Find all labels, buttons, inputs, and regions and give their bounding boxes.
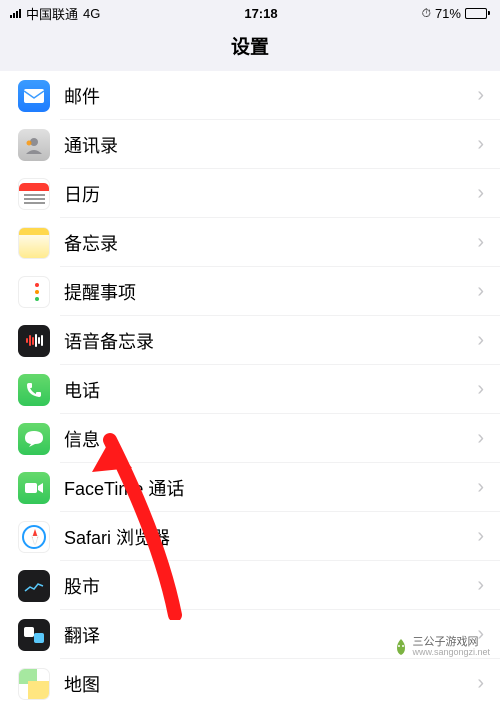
translate-icon (18, 619, 50, 651)
row-label: 日历 (64, 181, 477, 207)
chevron-right-icon: › (477, 280, 500, 303)
battery-icon (465, 8, 490, 19)
row-contacts[interactable]: 通讯录 › (0, 120, 500, 169)
network-label: 4G (83, 6, 100, 21)
row-stocks[interactable]: 股市 › (0, 561, 500, 610)
chevron-right-icon: › (477, 574, 500, 597)
row-label: 提醒事项 (64, 279, 477, 305)
reminders-icon (18, 276, 50, 308)
row-label: 信息 (64, 426, 477, 452)
notes-icon (18, 227, 50, 259)
row-mail[interactable]: 邮件 › (0, 71, 500, 120)
chevron-right-icon: › (477, 84, 500, 107)
status-bar: 中国联通 4G 17:18 ⏱ 71% (0, 0, 500, 26)
watermark-url: www.sangongzi.net (412, 648, 490, 658)
chevron-right-icon: › (477, 476, 500, 499)
alarm-icon: ⏱ (422, 6, 431, 21)
row-notes[interactable]: 备忘录 › (0, 218, 500, 267)
row-calendar[interactable]: 日历 › (0, 169, 500, 218)
row-label: 地图 (64, 671, 477, 697)
facetime-icon (18, 472, 50, 504)
battery-pct: 71% (435, 6, 461, 21)
page-title: 设置 (0, 26, 500, 71)
row-messages[interactable]: 信息 › (0, 414, 500, 463)
chevron-right-icon: › (477, 427, 500, 450)
calendar-icon (18, 178, 50, 210)
row-label: 电话 (64, 377, 477, 403)
status-right: ⏱ 71% (422, 6, 490, 21)
safari-icon (18, 521, 50, 553)
chevron-right-icon: › (477, 329, 500, 352)
status-left: 中国联通 4G (10, 4, 100, 23)
chevron-right-icon: › (477, 231, 500, 254)
row-voicememo[interactable]: 语音备忘录 › (0, 316, 500, 365)
row-maps[interactable]: 地图 › (0, 659, 500, 708)
chevron-right-icon: › (477, 133, 500, 156)
carrier-label: 中国联通 (26, 4, 78, 23)
row-label: 股市 (64, 573, 477, 599)
row-label: Safari 浏览器 (64, 524, 477, 550)
row-safari[interactable]: Safari 浏览器 › (0, 512, 500, 561)
signal-icon (10, 8, 21, 18)
row-label: 通讯录 (64, 132, 477, 158)
row-label: FaceTime 通话 (64, 475, 477, 501)
row-label: 备忘录 (64, 230, 477, 256)
watermark-icon (394, 639, 408, 655)
contacts-icon (18, 129, 50, 161)
chevron-right-icon: › (477, 378, 500, 401)
chevron-right-icon: › (477, 525, 500, 548)
watermark: 三公子游戏网 www.sangongzi.net (394, 636, 490, 658)
chevron-right-icon: › (477, 672, 500, 695)
settings-list: 邮件 › 通讯录 › 日历 › 备忘录 › 提醒事项 › 语音备忘录 › (0, 71, 500, 708)
messages-icon (18, 423, 50, 455)
row-facetime[interactable]: FaceTime 通话 › (0, 463, 500, 512)
status-time: 17:18 (244, 6, 277, 21)
row-reminders[interactable]: 提醒事项 › (0, 267, 500, 316)
phone-icon (18, 374, 50, 406)
row-label: 语音备忘录 (64, 328, 477, 354)
row-label: 邮件 (64, 83, 477, 109)
stocks-icon (18, 570, 50, 602)
maps-icon (18, 668, 50, 700)
voicememo-icon (18, 325, 50, 357)
chevron-right-icon: › (477, 182, 500, 205)
row-phone[interactable]: 电话 › (0, 365, 500, 414)
mail-icon (18, 80, 50, 112)
